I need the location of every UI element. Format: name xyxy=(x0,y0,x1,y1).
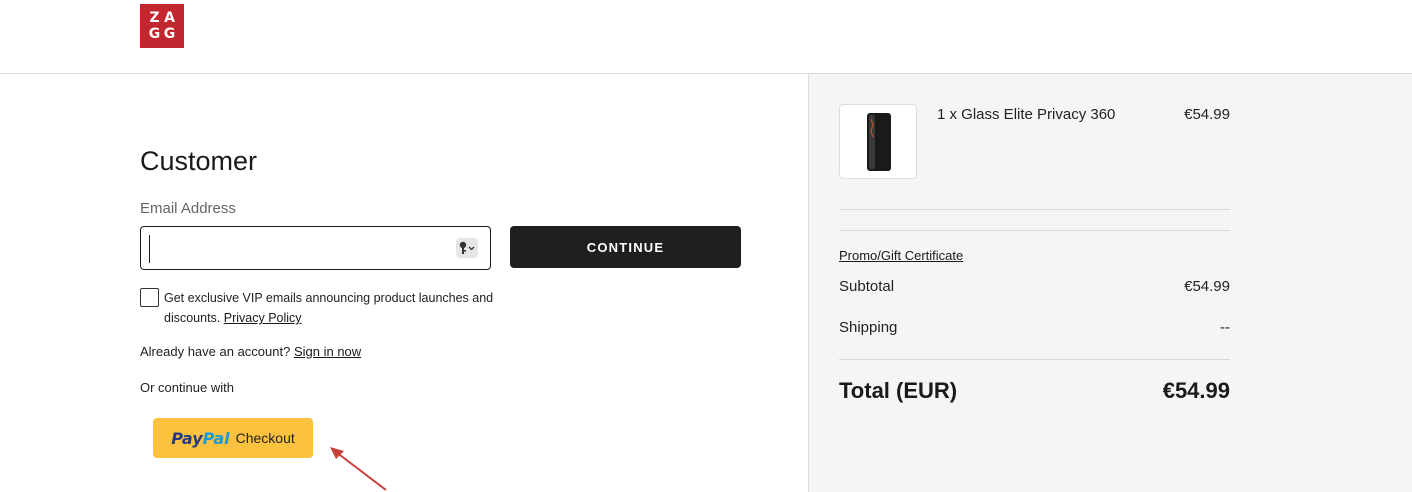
paypal-logo: PayPal xyxy=(171,429,229,448)
product-name: 1 x Glass Elite Privacy 360 xyxy=(937,106,1116,123)
logo-letter: G xyxy=(163,26,176,42)
total-label: Total (EUR) xyxy=(839,378,958,403)
sign-in-link[interactable]: Sign in now xyxy=(294,344,361,359)
paypal-checkout-label: Checkout xyxy=(235,430,295,446)
vip-emails-checkbox[interactable] xyxy=(140,288,159,307)
paypal-checkout-button[interactable]: PayPal Checkout xyxy=(153,418,313,458)
vip-emails-label: Get exclusive VIP emails announcing prod… xyxy=(164,288,504,328)
continue-button[interactable]: CONTINUE xyxy=(510,226,741,268)
shipping-value: -- xyxy=(1220,319,1230,336)
logo-letter: G xyxy=(148,26,161,42)
vip-emails-text: Get exclusive VIP emails announcing prod… xyxy=(164,291,494,325)
email-field-wrapper xyxy=(140,226,491,270)
page-title: Customer xyxy=(140,146,258,176)
logo-letter: Z xyxy=(149,10,160,26)
divider xyxy=(839,230,1230,231)
shipping-label: Shipping xyxy=(839,319,898,336)
annotation-arrow-icon xyxy=(330,447,387,491)
password-key-icon[interactable] xyxy=(456,238,478,258)
promo-gift-link[interactable]: Promo/Gift Certificate xyxy=(839,248,963,263)
privacy-policy-link[interactable]: Privacy Policy xyxy=(224,311,302,325)
zagg-logo[interactable]: Z A G G xyxy=(140,4,184,48)
logo-letter: A xyxy=(164,10,175,26)
divider xyxy=(839,359,1230,360)
total-value: €54.99 xyxy=(1162,378,1230,403)
or-continue-label: Or continue with xyxy=(140,380,234,395)
paypal-logo-pay: Pay xyxy=(171,428,203,448)
phone-case-icon xyxy=(867,113,891,171)
product-price: €54.99 xyxy=(1184,106,1230,123)
account-prompt-text: Already have an account? xyxy=(140,344,291,359)
product-thumbnail xyxy=(839,104,917,179)
paypal-logo-pal: Pal xyxy=(202,428,230,448)
site-header: Z A G G xyxy=(0,0,1412,74)
divider xyxy=(839,209,1230,210)
subtotal-value: €54.99 xyxy=(1184,278,1230,295)
subtotal-label: Subtotal xyxy=(839,278,895,295)
email-input[interactable] xyxy=(149,235,456,263)
account-prompt: Already have an account? Sign in now xyxy=(140,344,361,359)
email-label: Email Address xyxy=(140,200,236,217)
